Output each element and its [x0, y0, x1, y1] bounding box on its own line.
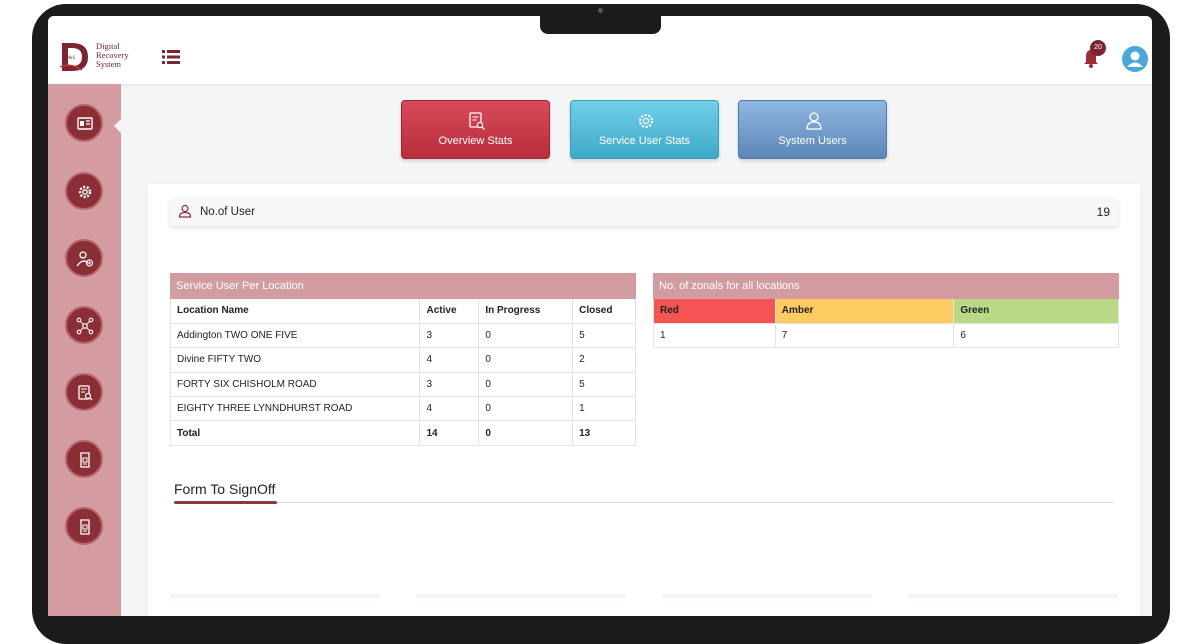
column-header[interactable]: Closed: [572, 299, 636, 324]
user-count-row: No.of User 19: [170, 198, 1118, 226]
active-cell: 4: [419, 347, 480, 373]
location-name-cell: Addington TWO ONE FIVE: [169, 323, 421, 349]
report-search-icon: [78, 385, 93, 401]
table-header-row: Location Name Active In Progress Closed: [169, 299, 636, 324]
zonal-table: Red Amber Green 1 7 6: [653, 299, 1119, 348]
zone-red-header: Red: [653, 299, 776, 324]
location-name-cell: FORTY SIX CHISHOLM ROAD: [169, 372, 421, 398]
brand-name-line: System: [96, 59, 122, 69]
column-header[interactable]: Active: [419, 299, 480, 324]
sidebar-item-settings[interactable]: [65, 172, 103, 210]
column-header[interactable]: In Progress: [478, 299, 574, 324]
sidebar-item-network[interactable]: [65, 306, 103, 344]
section-title-underline: [174, 501, 277, 504]
brand-name: Digital Recovery System: [96, 42, 129, 69]
device-notch: [540, 14, 661, 34]
system-users-button[interactable]: System Users: [738, 100, 887, 159]
signoff-card-placeholder: [908, 594, 1118, 602]
sidebar-item-forms[interactable]: [65, 507, 103, 545]
user-icon: [178, 204, 192, 218]
location-table: Location Name Active In Progress Closed …: [169, 299, 636, 446]
sidebar-item-dashboard[interactable]: [65, 104, 103, 142]
location-name-cell: EIGHTY THREE LYNNDHURST ROAD: [169, 396, 421, 422]
zonal-table-panel: No. of zonals for all locations Red Ambe…: [653, 273, 1119, 348]
in-progress-cell: 0: [478, 323, 574, 349]
device-camera: [598, 8, 603, 13]
sidebar-item-user-add[interactable]: [65, 239, 103, 277]
user-add-icon: [76, 251, 94, 267]
table-row[interactable]: EIGHTY THREE LYNNDHURST ROAD 4 0 1: [169, 396, 636, 422]
brand-logo-mark: D&S: [65, 56, 76, 61]
location-name-cell: Divine FIFTY TWO: [169, 347, 421, 373]
zone-amber-value: 7: [775, 323, 955, 348]
closed-cell: 2: [572, 347, 636, 373]
total-closed-cell: 13: [572, 420, 636, 446]
overview-stats-label: Overview Stats: [438, 135, 513, 147]
signoff-card-placeholder: [416, 594, 626, 602]
location-table-title: Service User Per Location: [170, 273, 636, 299]
zone-red-value: 1: [653, 323, 776, 348]
table-total-row: Total 14 0 13: [169, 420, 636, 446]
gear-icon: [638, 113, 654, 129]
system-users-label: System Users: [778, 135, 847, 147]
closed-cell: 5: [572, 372, 636, 398]
list-icon[interactable]: [162, 50, 180, 64]
active-cell: 3: [419, 372, 480, 398]
sidebar-item-documents[interactable]: [65, 440, 103, 478]
active-indicator: [114, 118, 122, 134]
gear-icon: [78, 185, 92, 199]
user-count-label: No.of User: [200, 206, 255, 218]
document-icon: [80, 519, 90, 535]
zonal-table-title: No. of zonals for all locations: [653, 273, 1119, 299]
app-screen: D&S Digital Recovery System 20 Overview …: [48, 16, 1152, 616]
document-icon: [80, 452, 90, 468]
active-cell: 4: [419, 396, 480, 422]
location-table-panel: Service User Per Location Location Name …: [169, 273, 636, 446]
zone-green-header: Green: [953, 299, 1119, 324]
closed-cell: 5: [572, 323, 636, 349]
table-row: 1 7 6: [653, 323, 1119, 348]
sidebar-item-reports[interactable]: [65, 373, 103, 411]
zone-green-value: 6: [953, 323, 1119, 348]
notification-badge: 20: [1090, 40, 1106, 56]
table-row[interactable]: Addington TWO ONE FIVE 3 0 5: [169, 323, 636, 349]
closed-cell: 1: [572, 396, 636, 422]
section-divider: [174, 502, 1114, 503]
user-count-value: 19: [1096, 205, 1110, 219]
table-header-row: Red Amber Green: [653, 299, 1119, 324]
service-user-stats-button[interactable]: Service User Stats: [570, 100, 719, 159]
report-search-icon: [469, 112, 485, 130]
total-label-cell: Total: [169, 420, 421, 446]
total-active-cell: 14: [419, 420, 480, 446]
user-silhouette-icon: [1127, 51, 1143, 67]
in-progress-cell: 0: [478, 347, 574, 373]
in-progress-cell: 0: [478, 372, 574, 398]
dashboard-card: No.of User 19 Service User Per Location …: [148, 184, 1140, 616]
in-progress-cell: 0: [478, 396, 574, 422]
table-row[interactable]: Divine FIFTY TWO 4 0 2: [169, 347, 636, 373]
signoff-section-title: Form To SignOff: [174, 481, 276, 497]
sidebar: [48, 84, 122, 616]
service-user-stats-label: Service User Stats: [598, 135, 691, 147]
dashboard-icon: [77, 117, 93, 130]
overview-stats-button[interactable]: Overview Stats: [401, 100, 550, 159]
network-icon: [76, 317, 94, 335]
table-row[interactable]: FORTY SIX CHISHOLM ROAD 3 0 5: [169, 372, 636, 398]
signoff-card-placeholder: [662, 594, 872, 602]
column-header[interactable]: Location Name: [169, 299, 421, 324]
user-avatar-icon[interactable]: [1122, 46, 1148, 72]
zone-amber-header: Amber: [775, 299, 955, 324]
signoff-card-placeholder: [170, 594, 380, 602]
total-in-progress-cell: 0: [478, 420, 574, 446]
active-cell: 3: [419, 323, 480, 349]
user-icon: [806, 112, 822, 130]
